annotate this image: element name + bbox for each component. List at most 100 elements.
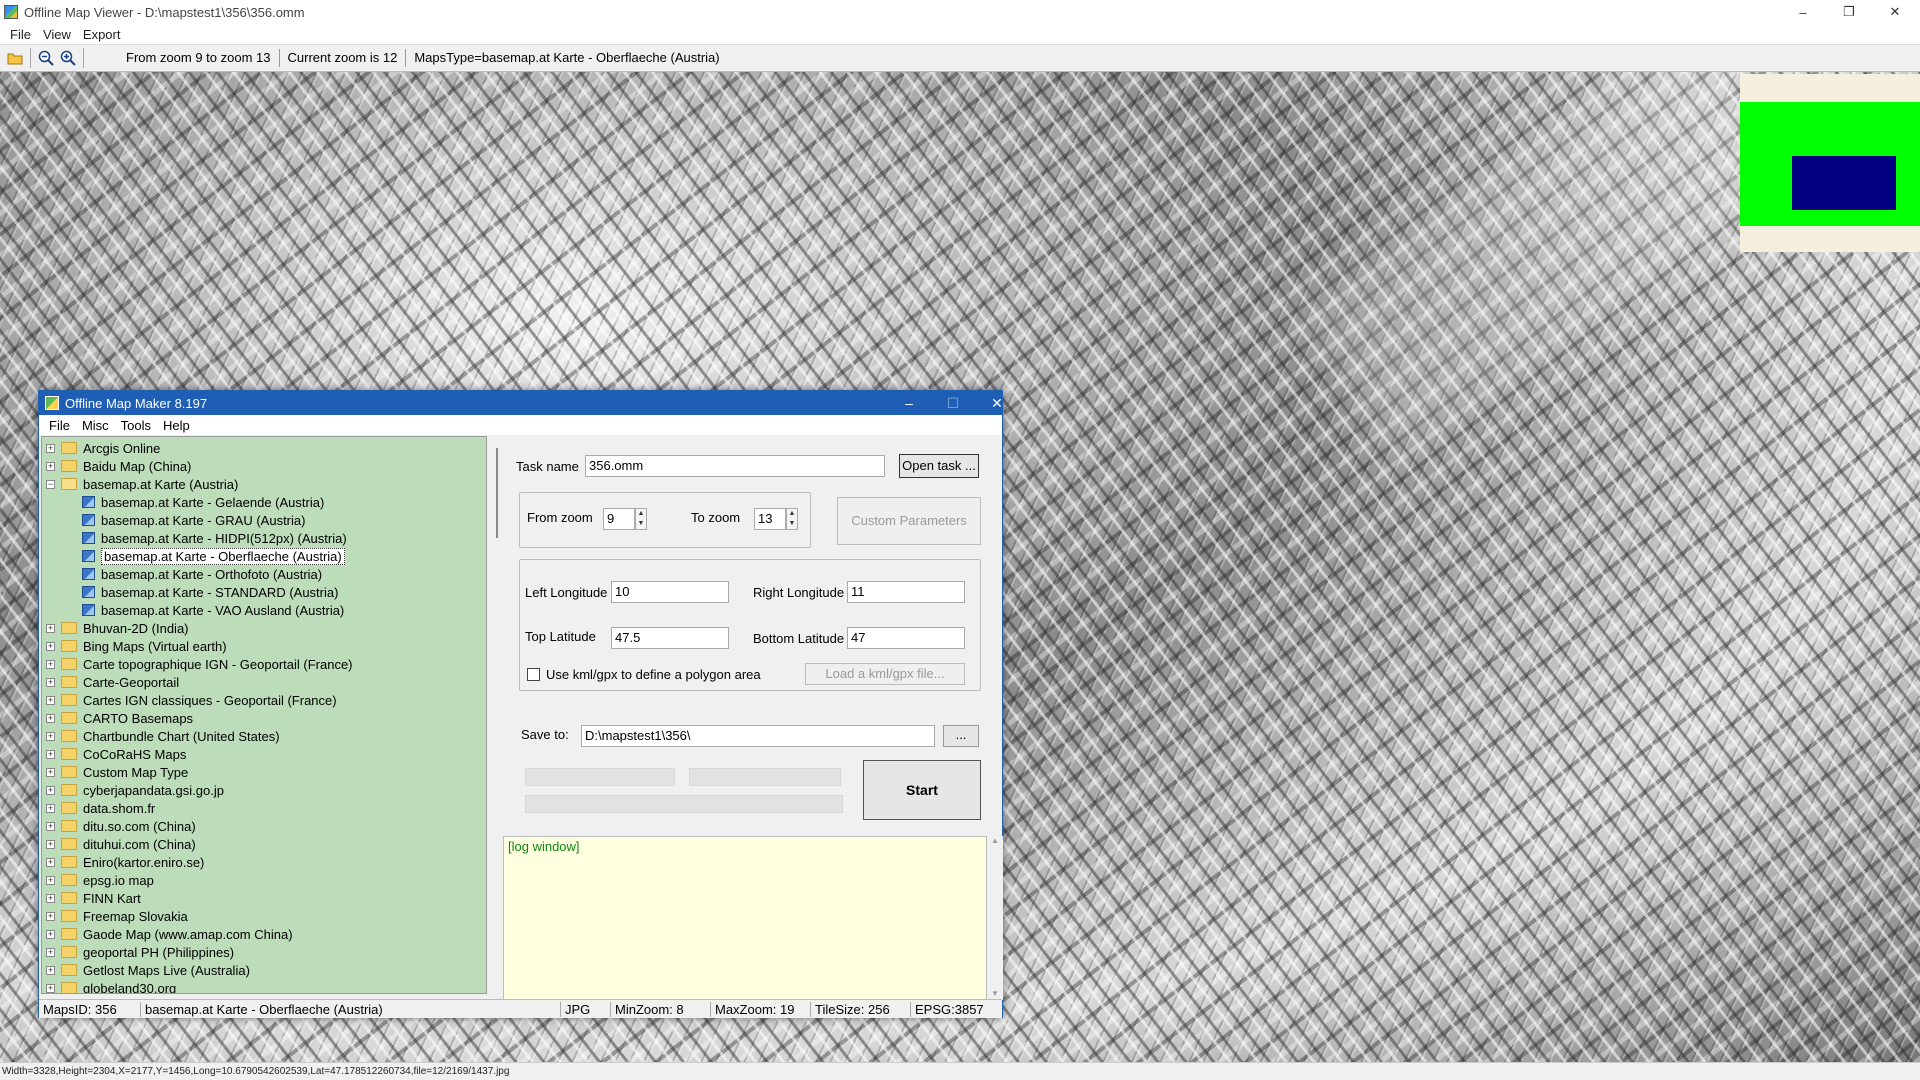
- tree-item[interactable]: + ditu.so.com (China): [42, 817, 196, 835]
- tree-item[interactable]: basemap.at Karte - VAO Ausland (Austria): [42, 601, 344, 619]
- scroll-down-icon[interactable]: ▼: [987, 989, 1003, 998]
- zoom-in-icon[interactable]: [57, 47, 79, 69]
- expand-icon[interactable]: +: [46, 443, 55, 453]
- tree-item[interactable]: basemap.at Karte - STANDARD (Austria): [42, 583, 338, 601]
- folder-icon: [61, 622, 77, 634]
- tree-item[interactable]: + Arcgis Online: [42, 439, 160, 457]
- expand-icon[interactable]: +: [46, 785, 55, 795]
- dialog-maximize-button[interactable]: ☐: [931, 391, 975, 415]
- tree-item[interactable]: + Chartbundle Chart (United States): [42, 727, 280, 745]
- dialog-menu-help[interactable]: Help: [157, 418, 196, 433]
- progress-bar-2: [689, 768, 841, 786]
- tree-item[interactable]: + epsg.io map: [42, 871, 154, 889]
- expand-icon[interactable]: +: [46, 965, 55, 975]
- expand-icon[interactable]: +: [46, 839, 55, 849]
- tree-item[interactable]: basemap.at Karte - Orthofoto (Austria): [42, 565, 322, 583]
- tree-item[interactable]: + Cartes IGN classiques - Geoportail (Fra…: [42, 691, 337, 709]
- map-layer-icon: [82, 604, 95, 616]
- log-window[interactable]: [log window]: [503, 836, 987, 1000]
- expand-icon[interactable]: +: [46, 893, 55, 903]
- scroll-up-icon[interactable]: ▲: [991, 836, 999, 845]
- expand-icon[interactable]: +: [46, 713, 55, 723]
- tree-item[interactable]: + Gaode Map (www.amap.com China): [42, 925, 293, 943]
- start-button[interactable]: Start: [863, 760, 981, 820]
- browse-button[interactable]: ...: [943, 725, 979, 747]
- collapse-icon[interactable]: −: [46, 479, 55, 489]
- tree-item[interactable]: basemap.at Karte - HIDPI(512px) (Austria…: [42, 529, 347, 547]
- tree-item[interactable]: + FINN Kart: [42, 889, 141, 907]
- zoom-out-icon[interactable]: [35, 47, 57, 69]
- dialog-minimize-button[interactable]: –: [887, 391, 931, 415]
- tree-item[interactable]: + cyberjapandata.gsi.go.jp: [42, 781, 224, 799]
- expand-icon[interactable]: +: [46, 641, 55, 651]
- tree-item[interactable]: + Bing Maps (Virtual earth): [42, 637, 227, 655]
- open-task-button[interactable]: Open task ...: [899, 454, 979, 478]
- tree-item[interactable]: + Baidu Map (China): [42, 457, 191, 475]
- tree-item[interactable]: − basemap.at Karte (Austria): [42, 475, 238, 493]
- right-longitude-input[interactable]: 11: [847, 581, 965, 603]
- left-longitude-input[interactable]: 10: [611, 581, 729, 603]
- expand-icon[interactable]: +: [46, 623, 55, 633]
- tree-item[interactable]: basemap.at Karte - GRAU (Austria): [42, 511, 305, 529]
- tree-item[interactable]: + Getlost Maps Live (Australia): [42, 961, 250, 979]
- expand-icon[interactable]: +: [46, 821, 55, 831]
- custom-parameters-button[interactable]: Custom Parameters: [837, 497, 981, 545]
- expand-icon[interactable]: +: [46, 749, 55, 759]
- expand-icon[interactable]: +: [46, 929, 55, 939]
- tree-item[interactable]: + dituhui.com (China): [42, 835, 196, 853]
- tree-item[interactable]: + Carte-Geoportail: [42, 673, 179, 691]
- dialog-menu-misc[interactable]: Misc: [76, 418, 115, 433]
- menu-file[interactable]: File: [4, 27, 37, 42]
- to-zoom-spinner[interactable]: ▲ ▼: [786, 508, 798, 530]
- expand-icon[interactable]: +: [46, 461, 55, 471]
- tree-item[interactable]: + globeland30.org: [42, 979, 176, 993]
- maximize-button[interactable]: ❐: [1826, 0, 1872, 24]
- tree-item[interactable]: + Bhuvan-2D (India): [42, 619, 189, 637]
- tree-item[interactable]: + CARTO Basemaps: [42, 709, 193, 727]
- menu-view[interactable]: View: [37, 27, 77, 42]
- tree-item[interactable]: basemap.at Karte - Oberflaeche (Austria): [42, 547, 345, 565]
- tree-item[interactable]: + data.shom.fr: [42, 799, 155, 817]
- tree-item[interactable]: + Custom Map Type: [42, 763, 188, 781]
- open-folder-icon[interactable]: [4, 47, 26, 69]
- expand-icon[interactable]: +: [46, 983, 55, 993]
- dialog-close-button[interactable]: ✕: [975, 391, 1019, 415]
- kml-polygon-checkbox[interactable]: [527, 668, 540, 681]
- expand-icon[interactable]: +: [46, 911, 55, 921]
- menu-export[interactable]: Export: [77, 27, 127, 42]
- expand-icon[interactable]: +: [46, 731, 55, 741]
- expand-icon[interactable]: +: [46, 857, 55, 867]
- kml-polygon-label: Use kml/gpx to define a polygon area: [546, 667, 761, 682]
- minimap[interactable]: [1740, 74, 1920, 252]
- expand-icon[interactable]: +: [46, 875, 55, 885]
- task-name-input[interactable]: 356.omm: [585, 455, 885, 477]
- expand-icon[interactable]: +: [46, 767, 55, 777]
- expand-icon[interactable]: +: [46, 803, 55, 813]
- dialog-menu-tools[interactable]: Tools: [115, 418, 157, 433]
- tree-item[interactable]: basemap.at Karte - Gelaende (Austria): [42, 493, 324, 511]
- from-zoom-input[interactable]: 9: [603, 508, 635, 530]
- tree-item[interactable]: + Carte topographique IGN - Geoportail (F…: [42, 655, 353, 673]
- minimize-button[interactable]: –: [1780, 0, 1826, 24]
- tree-item[interactable]: + CoCoRaHS Maps: [42, 745, 186, 763]
- map-type-tree[interactable]: + Arcgis Online + Baidu Map (China) − basemap…: [41, 436, 487, 994]
- folder-open-icon: [61, 478, 77, 490]
- expand-icon[interactable]: +: [46, 659, 55, 669]
- tree-scrollbar-thumb[interactable]: [496, 448, 498, 538]
- tree-item[interactable]: + Eniro(kartor.eniro.se): [42, 853, 204, 871]
- minimap-viewport[interactable]: [1792, 156, 1896, 210]
- expand-icon[interactable]: +: [46, 695, 55, 705]
- expand-icon[interactable]: +: [46, 947, 55, 957]
- close-button[interactable]: ✕: [1872, 0, 1918, 24]
- tree-item[interactable]: + geoportal PH (Philippines): [42, 943, 234, 961]
- from-zoom-spinner[interactable]: ▲ ▼: [635, 508, 647, 530]
- load-kml-button[interactable]: Load a kml/gpx file...: [805, 663, 965, 685]
- expand-icon[interactable]: +: [46, 677, 55, 687]
- tree-item[interactable]: + Freemap Slovakia: [42, 907, 188, 925]
- bottom-latitude-input[interactable]: 47: [847, 627, 965, 649]
- dialog-menu-file[interactable]: File: [43, 418, 76, 433]
- to-zoom-input[interactable]: 13: [754, 508, 786, 530]
- log-scrollbar[interactable]: ▲ ▼: [987, 836, 1003, 1000]
- top-latitude-input[interactable]: 47.5: [611, 627, 729, 649]
- save-to-input[interactable]: D:\mapstest1\356\: [581, 725, 935, 747]
